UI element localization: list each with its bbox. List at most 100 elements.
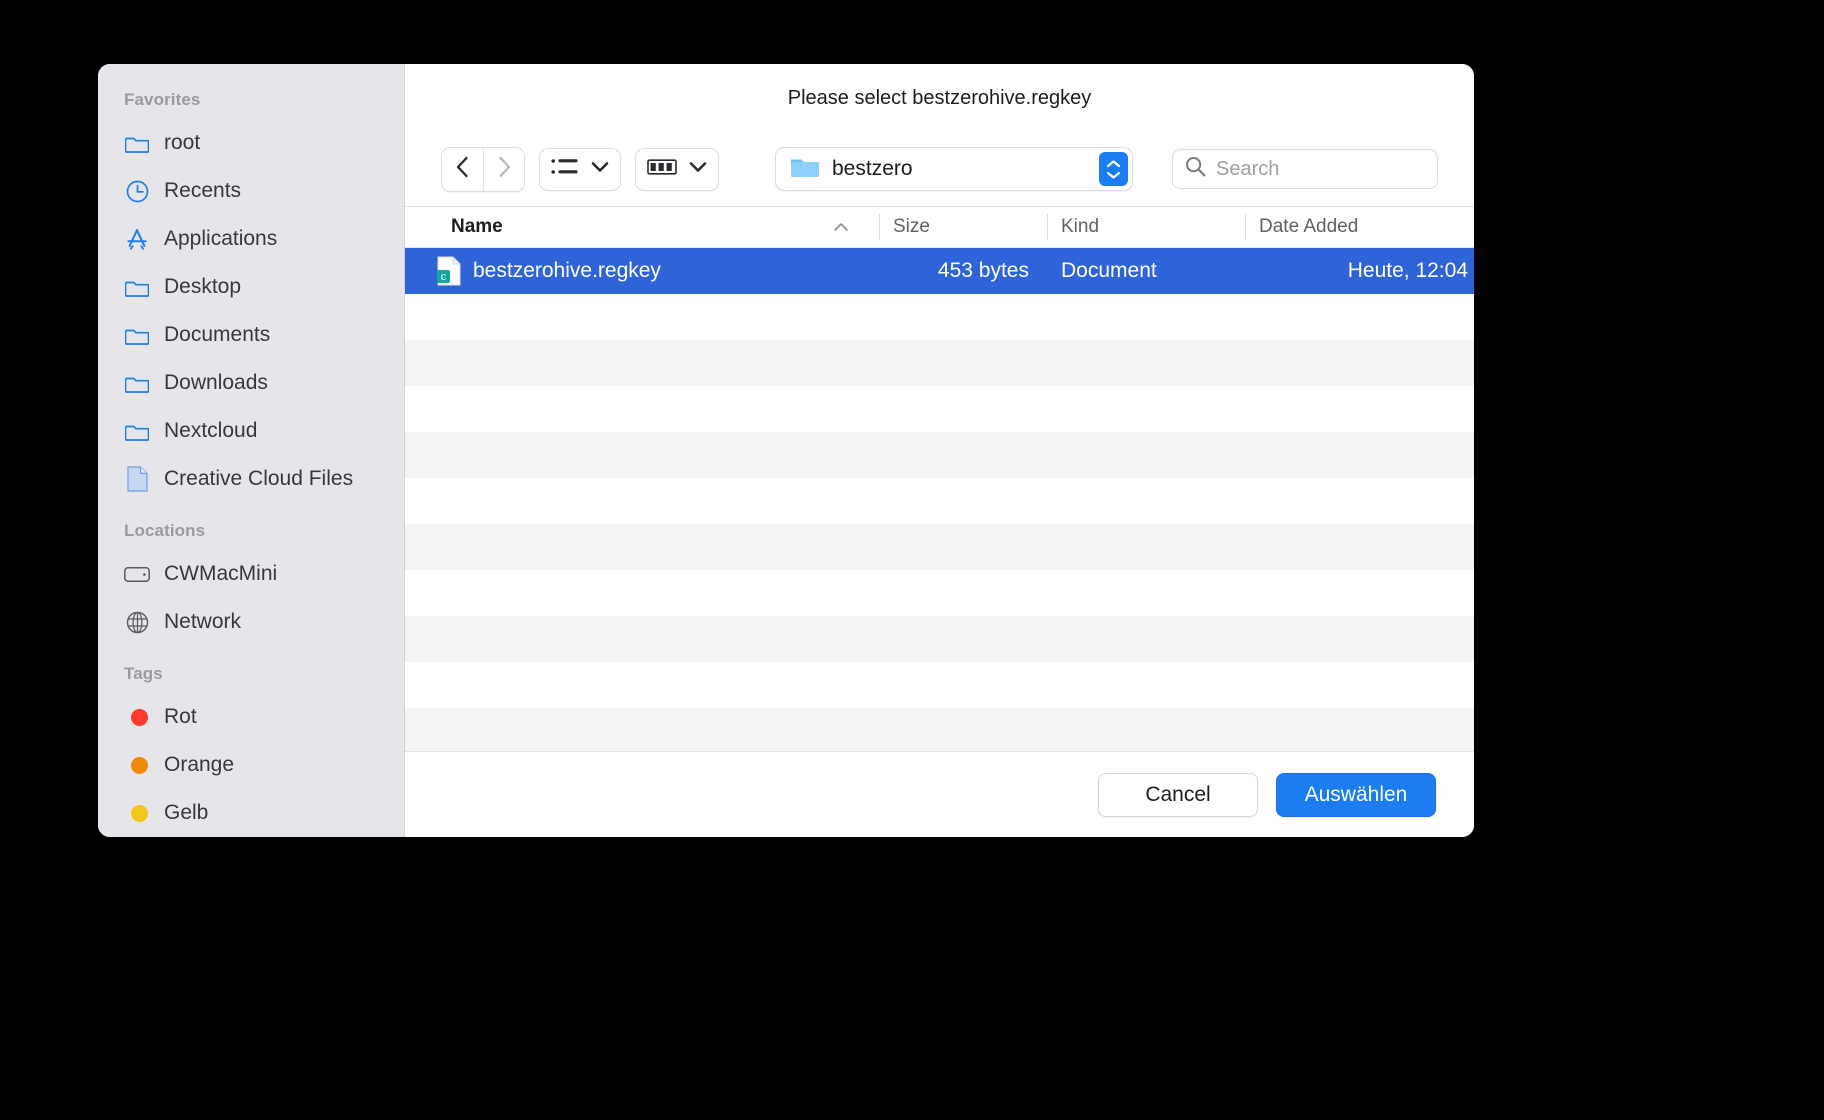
navigation-button-group — [441, 146, 525, 192]
document-icon — [124, 466, 150, 492]
chevron-up-icon — [833, 219, 849, 236]
sidebar-item-label: CWMacMini — [164, 562, 278, 585]
sidebar-group-title-favorites: Favorites — [124, 90, 201, 109]
search-field[interactable] — [1172, 149, 1438, 189]
sidebar-item-label: Orange — [164, 753, 235, 776]
search-icon — [1185, 156, 1206, 182]
sidebar-item-label: Documents — [164, 323, 271, 346]
harddrive-icon — [124, 561, 150, 587]
sidebar-item-cwmacmini[interactable]: CWMacMini — [98, 550, 404, 598]
titlebar: Please select bestzerohive.regkey — [405, 64, 1474, 132]
icon-view-icon — [647, 157, 677, 182]
sidebar-group-locations: Locations CWMacMini Network — [98, 521, 404, 646]
empty-row — [405, 340, 1474, 386]
empty-row — [405, 616, 1474, 662]
list-view-button[interactable] — [539, 147, 621, 191]
sidebar-item-documents[interactable]: Documents — [98, 311, 404, 359]
applications-icon — [124, 226, 150, 252]
column-header-kind[interactable]: Kind — [1047, 207, 1245, 247]
folder-icon — [124, 274, 150, 300]
empty-row — [405, 432, 1474, 478]
sidebar-item-label: Downloads — [164, 371, 268, 394]
forward-button[interactable] — [483, 147, 524, 191]
globe-icon — [124, 609, 150, 635]
sidebar-item-desktop[interactable]: Desktop — [98, 263, 404, 311]
empty-row — [405, 478, 1474, 524]
sidebar-item-tag-gelb[interactable]: Gelb — [98, 789, 404, 837]
empty-row — [405, 294, 1474, 340]
sidebar-item-label: Rot — [164, 705, 197, 728]
sidebar-item-label: Nextcloud — [164, 419, 258, 442]
stepper-updown-icon[interactable] — [1099, 152, 1128, 186]
cancel-button[interactable]: Cancel — [1098, 772, 1258, 817]
dialog-footer: Cancel Auswählen — [405, 751, 1474, 837]
sidebar-item-tag-rot[interactable]: Rot — [98, 693, 404, 741]
sidebar-group-title-locations: Locations — [124, 521, 206, 540]
file-kind-cell: Document — [1061, 259, 1157, 282]
file-picker-dialog: Favorites root Recents Applications Desk… — [98, 64, 1474, 837]
back-button[interactable] — [442, 147, 483, 191]
tag-dot-icon — [124, 800, 150, 826]
sidebar-group-tags: Tags Rot Orange Gelb — [98, 664, 404, 837]
file-name-label: bestzerohive.regkey — [473, 259, 661, 282]
sidebar-item-nextcloud[interactable]: Nextcloud — [98, 407, 404, 455]
folder-icon — [124, 370, 150, 396]
regkey-file-icon: c — [437, 256, 461, 286]
sidebar-item-network[interactable]: Network — [98, 598, 404, 646]
empty-row — [405, 524, 1474, 570]
column-header-label: Kind — [1061, 216, 1100, 237]
empty-row — [405, 570, 1474, 616]
folder-icon — [124, 130, 150, 156]
clock-icon — [124, 178, 150, 204]
column-header-name[interactable]: Name — [405, 207, 879, 247]
folder-icon — [124, 322, 150, 348]
column-header-size[interactable]: Size — [879, 207, 1047, 247]
table-row[interactable]: c bestzerohive.regkey 453 bytes Document… — [405, 248, 1474, 294]
dialog-content: Please select bestzerohive.regkey bestze… — [405, 64, 1474, 837]
chevron-left-icon — [455, 156, 470, 183]
page-title: Please select bestzerohive.regkey — [787, 86, 1092, 109]
sidebar-item-label: root — [164, 131, 201, 154]
path-popup-button[interactable]: bestzero — [775, 147, 1133, 191]
icon-view-button[interactable] — [635, 147, 719, 191]
sidebar-item-label: Desktop — [164, 275, 242, 298]
sidebar-group-favorites: Favorites root Recents Applications Desk… — [98, 90, 404, 503]
column-header-label: Size — [893, 216, 930, 237]
path-popup-label: bestzero — [832, 157, 913, 180]
column-headers: Name Size Kind Date Added — [405, 206, 1474, 248]
file-size-cell: 453 bytes — [937, 259, 1029, 282]
tag-dot-icon — [124, 704, 150, 730]
list-view-icon — [551, 157, 579, 182]
empty-row — [405, 662, 1474, 708]
empty-row — [405, 386, 1474, 432]
file-list[interactable]: c bestzerohive.regkey 453 bytes Document… — [405, 248, 1474, 751]
column-header-date-added[interactable]: Date Added — [1245, 207, 1474, 247]
sidebar-item-label: Applications — [164, 227, 278, 250]
sidebar-group-title-tags: Tags — [124, 664, 163, 683]
sidebar-item-creative-cloud-files[interactable]: Creative Cloud Files — [98, 455, 404, 503]
file-date-added-cell: Heute, 12:04 — [1347, 259, 1468, 282]
sidebar: Favorites root Recents Applications Desk… — [98, 64, 405, 837]
sidebar-item-applications[interactable]: Applications — [98, 215, 404, 263]
folder-icon — [124, 418, 150, 444]
chevron-right-icon — [497, 156, 512, 183]
sidebar-item-downloads[interactable]: Downloads — [98, 359, 404, 407]
toolbar: bestzero — [405, 132, 1474, 206]
sidebar-item-label: Network — [164, 610, 242, 633]
sidebar-item-root[interactable]: root — [98, 119, 404, 167]
empty-row — [405, 708, 1474, 751]
sidebar-item-tag-orange[interactable]: Orange — [98, 741, 404, 789]
sidebar-item-label: Recents — [164, 179, 242, 202]
svg-text:c: c — [441, 271, 447, 283]
confirm-select-button[interactable]: Auswählen — [1276, 772, 1436, 817]
column-header-label: Date Added — [1259, 216, 1359, 237]
sidebar-item-recents[interactable]: Recents — [98, 167, 404, 215]
tag-dot-icon — [124, 752, 150, 778]
sidebar-item-label: Gelb — [164, 801, 209, 824]
column-header-label: Name — [451, 216, 503, 237]
search-input[interactable] — [1216, 157, 1425, 181]
chevron-down-icon — [689, 160, 707, 178]
chevron-down-icon — [591, 160, 609, 178]
sidebar-item-label: Creative Cloud Files — [164, 467, 354, 490]
file-name-cell: c bestzerohive.regkey — [405, 256, 879, 286]
